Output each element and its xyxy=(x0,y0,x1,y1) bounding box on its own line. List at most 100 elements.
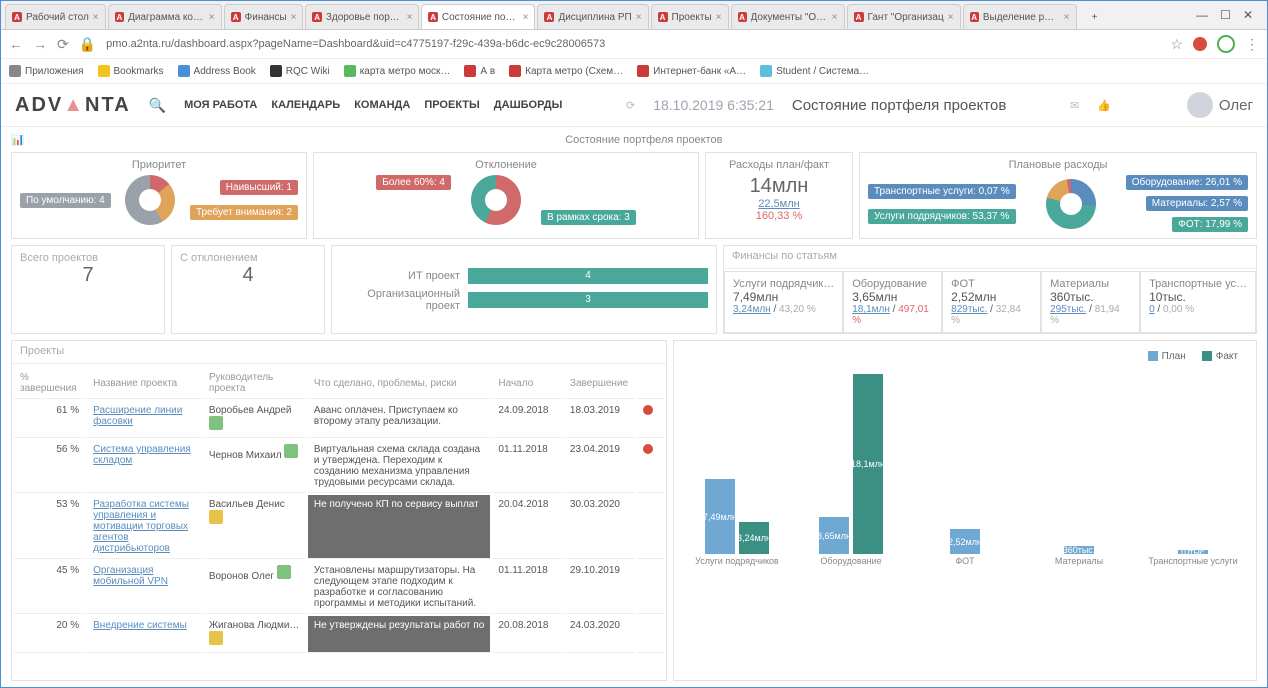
bookmark-item[interactable]: Student / Система… xyxy=(760,65,869,77)
browser-tab[interactable]: AДокументы "Орган× xyxy=(731,4,845,29)
bookmark-item[interactable]: Карта метро (Схем… xyxy=(509,65,623,77)
project-link[interactable]: Расширение линии фасовки xyxy=(93,405,182,427)
nav-item[interactable]: КАЛЕНДАРЬ xyxy=(271,99,340,111)
table-row[interactable]: 61 %Расширение линии фасовкиВоробьев Анд… xyxy=(14,401,664,438)
browser-tab[interactable]: AПроекты× xyxy=(651,4,729,29)
deviation-tag-over60[interactable]: Более 60%: 4 xyxy=(376,175,451,190)
browser-tab[interactable]: AРабочий стол× xyxy=(5,4,106,29)
extension-icon[interactable] xyxy=(1217,35,1235,53)
table-header[interactable]: Начало xyxy=(492,368,562,399)
refresh-status-icon[interactable]: ⟳ xyxy=(626,99,635,112)
planned-tag-transport[interactable]: Транспортные услуги: 0,07 % xyxy=(868,184,1016,199)
window-maximize-icon[interactable]: ☐ xyxy=(1220,8,1231,22)
planned-tag-equipment[interactable]: Оборудование: 26,01 % xyxy=(1126,175,1248,190)
browser-tab[interactable]: AФинансы× xyxy=(224,4,304,29)
tab-close-icon[interactable]: × xyxy=(832,12,838,23)
planned-tag-fot[interactable]: ФОТ: 17,99 % xyxy=(1172,217,1248,232)
search-icon[interactable]: 🔍 xyxy=(149,97,166,114)
plan-bar[interactable]: 2,52млн xyxy=(950,529,980,554)
nav-item[interactable]: КОМАНДА xyxy=(354,99,410,111)
tab-close-icon[interactable]: × xyxy=(716,12,722,23)
window-minimize-icon[interactable]: — xyxy=(1196,8,1208,22)
table-header[interactable]: Руководитель проекта xyxy=(203,368,306,399)
chart-icon[interactable]: 📊 xyxy=(11,133,25,146)
fact-bar[interactable]: 3,24млн xyxy=(739,522,769,554)
finance-tile[interactable]: Услуги подрядчик…7,49млн3,24млн / 43,20 … xyxy=(724,271,843,333)
plan-bar[interactable]: 10тыс. xyxy=(1178,550,1208,554)
browser-tab[interactable]: AЗдоровье портфе× xyxy=(305,4,419,29)
nav-item[interactable]: ПРОЕКТЫ xyxy=(424,99,479,111)
user-menu[interactable]: Олег xyxy=(1187,92,1253,118)
table-row[interactable]: 45 %Организация мобильной VPNВоронов Оле… xyxy=(14,561,664,614)
expenses-plan[interactable]: 22,5млн xyxy=(758,198,799,210)
tab-close-icon[interactable]: × xyxy=(636,12,642,23)
nav-item[interactable]: МОЯ РАБОТА xyxy=(184,99,257,111)
tab-close-icon[interactable]: × xyxy=(407,12,413,23)
mail-icon[interactable]: ✉ xyxy=(1070,99,1079,112)
project-link[interactable]: Система управления складом xyxy=(93,444,191,466)
table-header[interactable]: Завершение xyxy=(564,368,636,399)
browser-tab[interactable]: AГант "Организац× xyxy=(847,4,961,29)
menu-icon[interactable]: ⋮ xyxy=(1245,36,1259,53)
bookmark-item[interactable]: Bookmarks xyxy=(98,65,164,77)
status-dot-icon xyxy=(643,405,653,415)
star-icon[interactable]: ☆ xyxy=(1170,36,1183,53)
planned-tag-contractors[interactable]: Услуги подрядчиков: 53,37 % xyxy=(868,209,1016,224)
tab-close-icon[interactable]: × xyxy=(291,12,297,23)
finance-tile[interactable]: Материалы360тыс.295тыс. / 81,94 % xyxy=(1041,271,1140,333)
url-field[interactable]: pmo.a2nta.ru/dashboard.aspx?pageName=Das… xyxy=(106,38,1160,50)
finance-tile[interactable]: Транспортные ус…10тыс.0 / 0,00 % xyxy=(1140,271,1256,333)
flag-icon xyxy=(284,444,298,458)
avatar-icon xyxy=(1187,92,1213,118)
priority-tag-highest[interactable]: Наивысший: 1 xyxy=(220,180,298,195)
chart-category-label: Материалы xyxy=(1055,556,1103,566)
deviation-tag-ontime[interactable]: В рамках срока: 3 xyxy=(541,210,636,225)
ptype-bar[interactable]: 3 xyxy=(468,292,708,308)
window-close-icon[interactable]: ✕ xyxy=(1243,8,1253,22)
back-icon[interactable]: ← xyxy=(9,36,23,52)
ptype-bar[interactable]: 4 xyxy=(468,268,708,284)
finance-tile[interactable]: Оборудование3,65млн18,1млн / 497,01 % xyxy=(843,271,942,333)
table-header[interactable]: % завершения xyxy=(14,368,85,399)
browser-tab[interactable]: AВыделение ресур× xyxy=(963,4,1077,29)
apps-button[interactable]: Приложения xyxy=(9,65,84,77)
tab-close-icon[interactable]: × xyxy=(523,12,529,23)
priority-tag-attention[interactable]: Требует внимания: 2 xyxy=(190,205,298,220)
table-header[interactable]: Название проекта xyxy=(87,368,201,399)
table-row[interactable]: 20 %Внедрение системыЖиганова Людми… Не … xyxy=(14,616,664,653)
like-icon[interactable]: 👍 xyxy=(1097,99,1111,112)
bookmark-item[interactable]: Интернет-банк «А… xyxy=(637,65,746,77)
reload-icon[interactable]: ⟳ xyxy=(57,36,69,53)
plan-bar[interactable]: 360тыс. xyxy=(1064,546,1094,554)
bookmark-item[interactable]: А в xyxy=(464,65,495,77)
bookmark-item[interactable]: Address Book xyxy=(178,65,256,77)
nav-item[interactable]: ДАШБОРДЫ xyxy=(494,99,563,111)
project-link[interactable]: Организация мобильной VPN xyxy=(93,565,168,587)
bookmark-item[interactable]: RQC Wiki xyxy=(270,65,330,77)
priority-tag-default[interactable]: По умолчанию: 4 xyxy=(20,193,111,208)
panel-project-types: ИТ проект4Организационный проект3 xyxy=(331,245,717,334)
tab-close-icon[interactable]: × xyxy=(1064,12,1070,23)
plan-bar[interactable]: 3,65млн xyxy=(819,517,849,554)
project-link[interactable]: Разработка системы управления и мотиваци… xyxy=(93,499,189,554)
browser-tab[interactable]: AДисциплина РП× xyxy=(537,4,648,29)
browser-tab[interactable]: AСостояние портф× xyxy=(421,4,535,29)
datetime-label: 18.10.2019 6:35:21 xyxy=(653,97,774,113)
panel-total-projects: Всего проектов 7 xyxy=(11,245,165,334)
fact-bar[interactable]: 18,1млн xyxy=(853,374,883,554)
tab-close-icon[interactable]: × xyxy=(209,12,215,23)
planned-tag-materials[interactable]: Материалы: 2,57 % xyxy=(1146,196,1248,211)
new-tab-button[interactable]: + xyxy=(1079,5,1111,29)
table-row[interactable]: 56 %Система управления складомЧернов Мих… xyxy=(14,440,664,493)
tab-close-icon[interactable]: × xyxy=(93,12,99,23)
plan-bar[interactable]: 7,49млн xyxy=(705,479,735,554)
profile-dot-icon[interactable] xyxy=(1193,37,1207,51)
table-header[interactable]: Что сделано, проблемы, риски xyxy=(308,368,490,399)
bookmark-item[interactable]: карта метро моск… xyxy=(344,65,451,77)
project-link[interactable]: Внедрение системы xyxy=(93,620,187,631)
finance-tile[interactable]: ФОТ2,52млн829тыс. / 32,84 % xyxy=(942,271,1041,333)
forward-icon[interactable]: → xyxy=(33,36,47,52)
table-row[interactable]: 53 %Разработка системы управления и моти… xyxy=(14,495,664,559)
browser-tab[interactable]: AДиаграмма контр× xyxy=(108,4,222,29)
tab-close-icon[interactable]: × xyxy=(948,12,954,23)
